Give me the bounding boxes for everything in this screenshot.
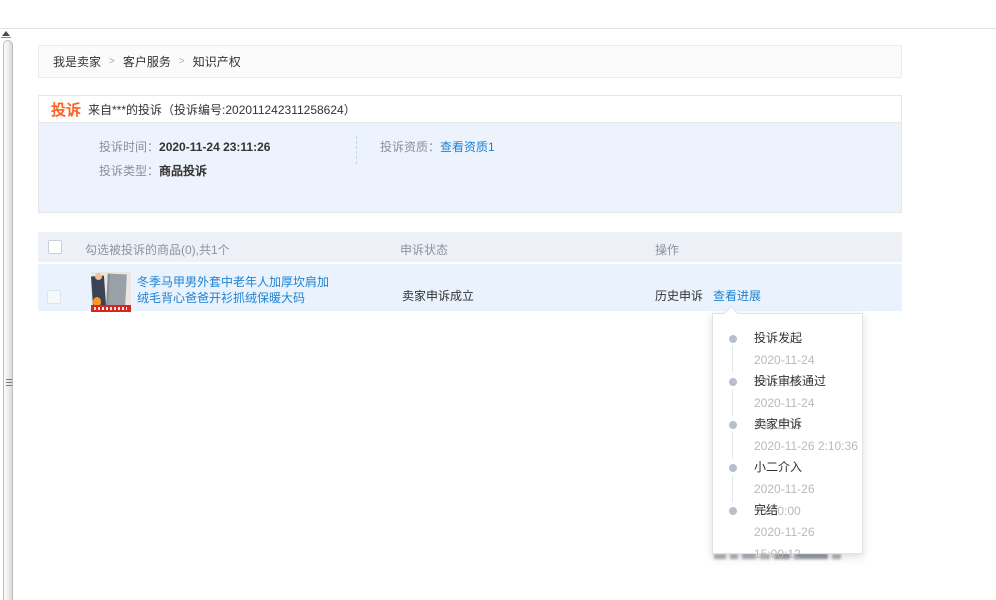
thumbnail-banner bbox=[91, 305, 131, 312]
timeline-step-label: 投诉发起 bbox=[754, 328, 862, 349]
scroll-up-arrow-icon[interactable] bbox=[2, 31, 10, 36]
thumbnail-vest-shape bbox=[106, 274, 127, 307]
breadcrumb: 我是卖家 > 客户服务 > 知识产权 bbox=[38, 45, 902, 78]
product-thumbnail[interactable] bbox=[91, 272, 131, 312]
field-divider bbox=[356, 136, 357, 164]
appeal-status: 卖家申诉成立 bbox=[402, 287, 474, 304]
complaint-type-label: 投诉类型： bbox=[99, 164, 159, 178]
timeline-step: 小二介入 2020-11-26 15:00:00 bbox=[713, 457, 862, 500]
timeline-step-time: 2020-11-26 15:00:12 bbox=[754, 521, 862, 565]
select-all-checkbox[interactable] bbox=[48, 240, 62, 254]
scrollbar-grip-icon bbox=[6, 379, 12, 388]
table-header-row: 勾选被投诉的商品(0),共1个 申诉状态 操作 bbox=[38, 232, 902, 262]
product-title-line2: 绒毛背心爸爸开衫抓绒保暖大码 bbox=[137, 290, 357, 306]
timeline-dot-icon bbox=[729, 421, 737, 429]
breadcrumb-separator-icon: > bbox=[179, 56, 185, 67]
select-column-header: 勾选被投诉的商品(0),共1个 bbox=[85, 241, 230, 258]
timeline-step: 投诉审核通过 2020-11-24 23:12:09 bbox=[713, 371, 862, 414]
thumbnail-head-shape bbox=[95, 273, 102, 280]
breadcrumb-item-seller[interactable]: 我是卖家 bbox=[53, 53, 101, 70]
complaint-badge: 投诉 bbox=[51, 99, 81, 120]
complaint-time-value: 2020-11-24 23:11:26 bbox=[159, 140, 270, 154]
scroll-up-arrow-base bbox=[1, 37, 11, 38]
timeline-dot-icon bbox=[729, 378, 737, 386]
timeline-dot-icon bbox=[729, 507, 737, 515]
complaint-panel-header: 投诉 来自***的投诉（投诉编号:202011242311258624） bbox=[39, 96, 901, 123]
view-progress-link[interactable]: 查看进展 bbox=[713, 289, 761, 303]
progress-timeline: 投诉发起 2020-11-24 23:11:26 投诉审核通过 2020-11-… bbox=[713, 328, 862, 543]
view-qualification-link[interactable]: 查看资质1 bbox=[440, 140, 495, 154]
history-appeal-link[interactable]: 历史申诉 bbox=[655, 289, 703, 303]
complaint-title: 来自***的投诉（投诉编号:202011242311258624） bbox=[88, 101, 356, 118]
timeline-step-label: 卖家申诉 bbox=[754, 414, 862, 435]
timeline-step: 完结 2020-11-26 15:00:12 bbox=[713, 500, 862, 543]
status-column-header: 申诉状态 bbox=[400, 241, 448, 258]
timeline-step-label: 完结 bbox=[754, 500, 862, 521]
complaint-panel: 投诉 来自***的投诉（投诉编号:202011242311258624） 投诉时… bbox=[38, 95, 902, 213]
timeline-step-time: 2020-11-26 2:10:36 bbox=[754, 435, 862, 457]
frame-divider bbox=[0, 28, 996, 29]
left-scrollbar[interactable] bbox=[0, 29, 15, 600]
progress-popover: 投诉发起 2020-11-24 23:11:26 投诉审核通过 2020-11-… bbox=[712, 313, 863, 554]
complaint-time-label: 投诉时间： bbox=[99, 140, 159, 154]
row-actions: 历史申诉查看进展 bbox=[655, 287, 761, 304]
timeline-dot-icon bbox=[729, 464, 737, 472]
scrollbar-thumb[interactable] bbox=[3, 40, 13, 600]
table-row: 冬季马甲男外套中老年人加厚坎肩加 绒毛背心爸爸开衫抓绒保暖大码 卖家申诉成立 历… bbox=[38, 264, 902, 311]
row-checkbox[interactable] bbox=[47, 290, 61, 304]
timeline-step-label: 投诉审核通过 bbox=[754, 371, 862, 392]
timeline-step-label: 小二介入 bbox=[754, 457, 862, 478]
action-column-header: 操作 bbox=[655, 241, 679, 258]
breadcrumb-item-customer-service[interactable]: 客户服务 bbox=[123, 53, 171, 70]
complaint-qualification-label: 投诉资质： bbox=[380, 140, 440, 154]
timeline-step: 卖家申诉 2020-11-26 2:10:36 bbox=[713, 414, 862, 457]
product-title-line1: 冬季马甲男外套中老年人加厚坎肩加 bbox=[137, 274, 357, 290]
timeline-dot-icon bbox=[729, 335, 737, 343]
complaint-items-table: 勾选被投诉的商品(0),共1个 申诉状态 操作 冬季马甲男外套中老年人加厚坎肩加… bbox=[38, 232, 902, 311]
complaint-panel-body: 投诉时间：2020-11-24 23:11:26 投诉资质：查看资质1 投诉类型… bbox=[39, 123, 901, 212]
complaint-type-value: 商品投诉 bbox=[159, 164, 207, 178]
product-title-link[interactable]: 冬季马甲男外套中老年人加厚坎肩加 绒毛背心爸爸开衫抓绒保暖大码 bbox=[137, 274, 357, 306]
breadcrumb-separator-icon: > bbox=[109, 56, 115, 67]
timeline-step: 投诉发起 2020-11-24 23:11:26 bbox=[713, 328, 862, 371]
breadcrumb-item-ip[interactable]: 知识产权 bbox=[193, 53, 241, 70]
